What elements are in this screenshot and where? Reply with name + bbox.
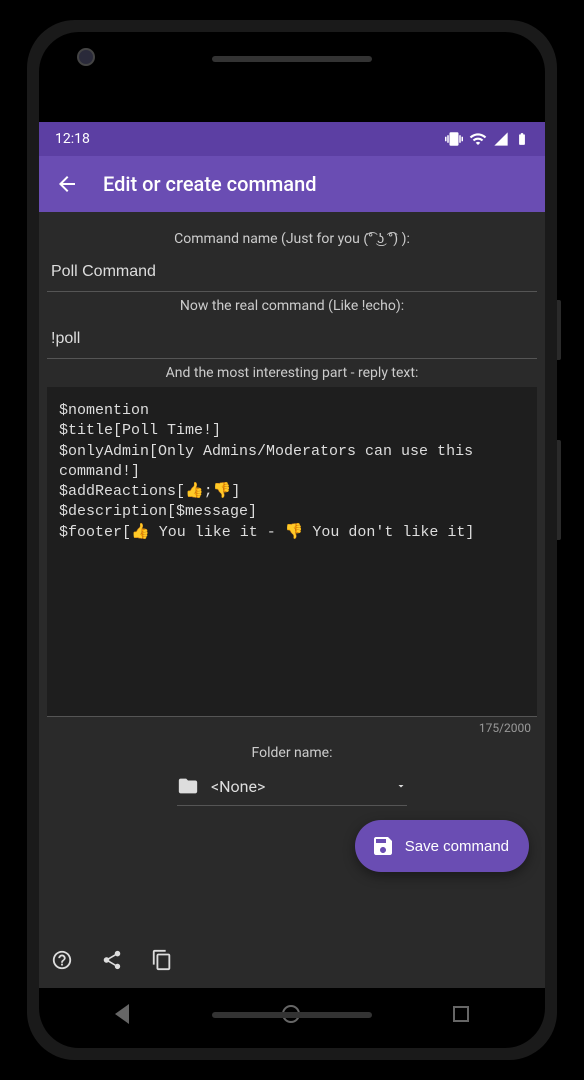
nav-recent-button[interactable] [453, 1006, 469, 1022]
save-command-button[interactable]: Save command [355, 820, 529, 872]
command-name-input[interactable] [47, 253, 537, 292]
save-icon [371, 834, 395, 858]
phone-frame: 12:18 Edit or create command Command nam… [27, 20, 557, 1060]
wifi-icon [469, 130, 487, 148]
nav-back-button[interactable] [115, 1004, 129, 1024]
folder-value: <None> [211, 777, 383, 796]
signal-icon [493, 131, 509, 147]
help-icon[interactable] [51, 949, 73, 971]
phone-side-button [557, 440, 561, 540]
status-time: 12:18 [55, 131, 90, 147]
status-bar: 12:18 [39, 122, 545, 156]
back-arrow-icon[interactable] [55, 172, 79, 196]
app-screen: 12:18 Edit or create command Command nam… [39, 122, 545, 988]
folder-selector[interactable]: <None> [177, 767, 407, 806]
bottom-toolbar [39, 932, 545, 988]
phone-bottom-speaker [212, 1012, 372, 1018]
folder-name-label: Folder name: [47, 739, 537, 767]
phone-speaker [212, 56, 372, 62]
save-button-label: Save command [405, 838, 509, 855]
chevron-down-icon [395, 780, 407, 792]
copy-icon[interactable] [151, 949, 173, 971]
status-icons [445, 130, 529, 148]
content-area: Command name (Just for you (͡° ͜ʖ ͡°) ):… [39, 212, 545, 932]
vibrate-icon [445, 130, 463, 148]
real-command-label: Now the real command (Like !echo): [47, 292, 537, 320]
phone-side-button [557, 300, 561, 360]
reply-text-label: And the most interesting part - reply te… [47, 359, 537, 387]
front-camera [77, 48, 95, 66]
char-count: 175/2000 [47, 717, 537, 739]
real-command-input[interactable] [47, 320, 537, 359]
command-name-label: Command name (Just for you (͡° ͜ʖ ͡°) ): [47, 224, 537, 253]
share-icon[interactable] [101, 949, 123, 971]
battery-icon [515, 130, 529, 148]
folder-icon [177, 775, 199, 797]
reply-text-input[interactable]: $nomention $title[Poll Time!] $onlyAdmin… [47, 387, 537, 717]
page-title: Edit or create command [103, 172, 316, 196]
app-bar: Edit or create command [39, 156, 545, 212]
